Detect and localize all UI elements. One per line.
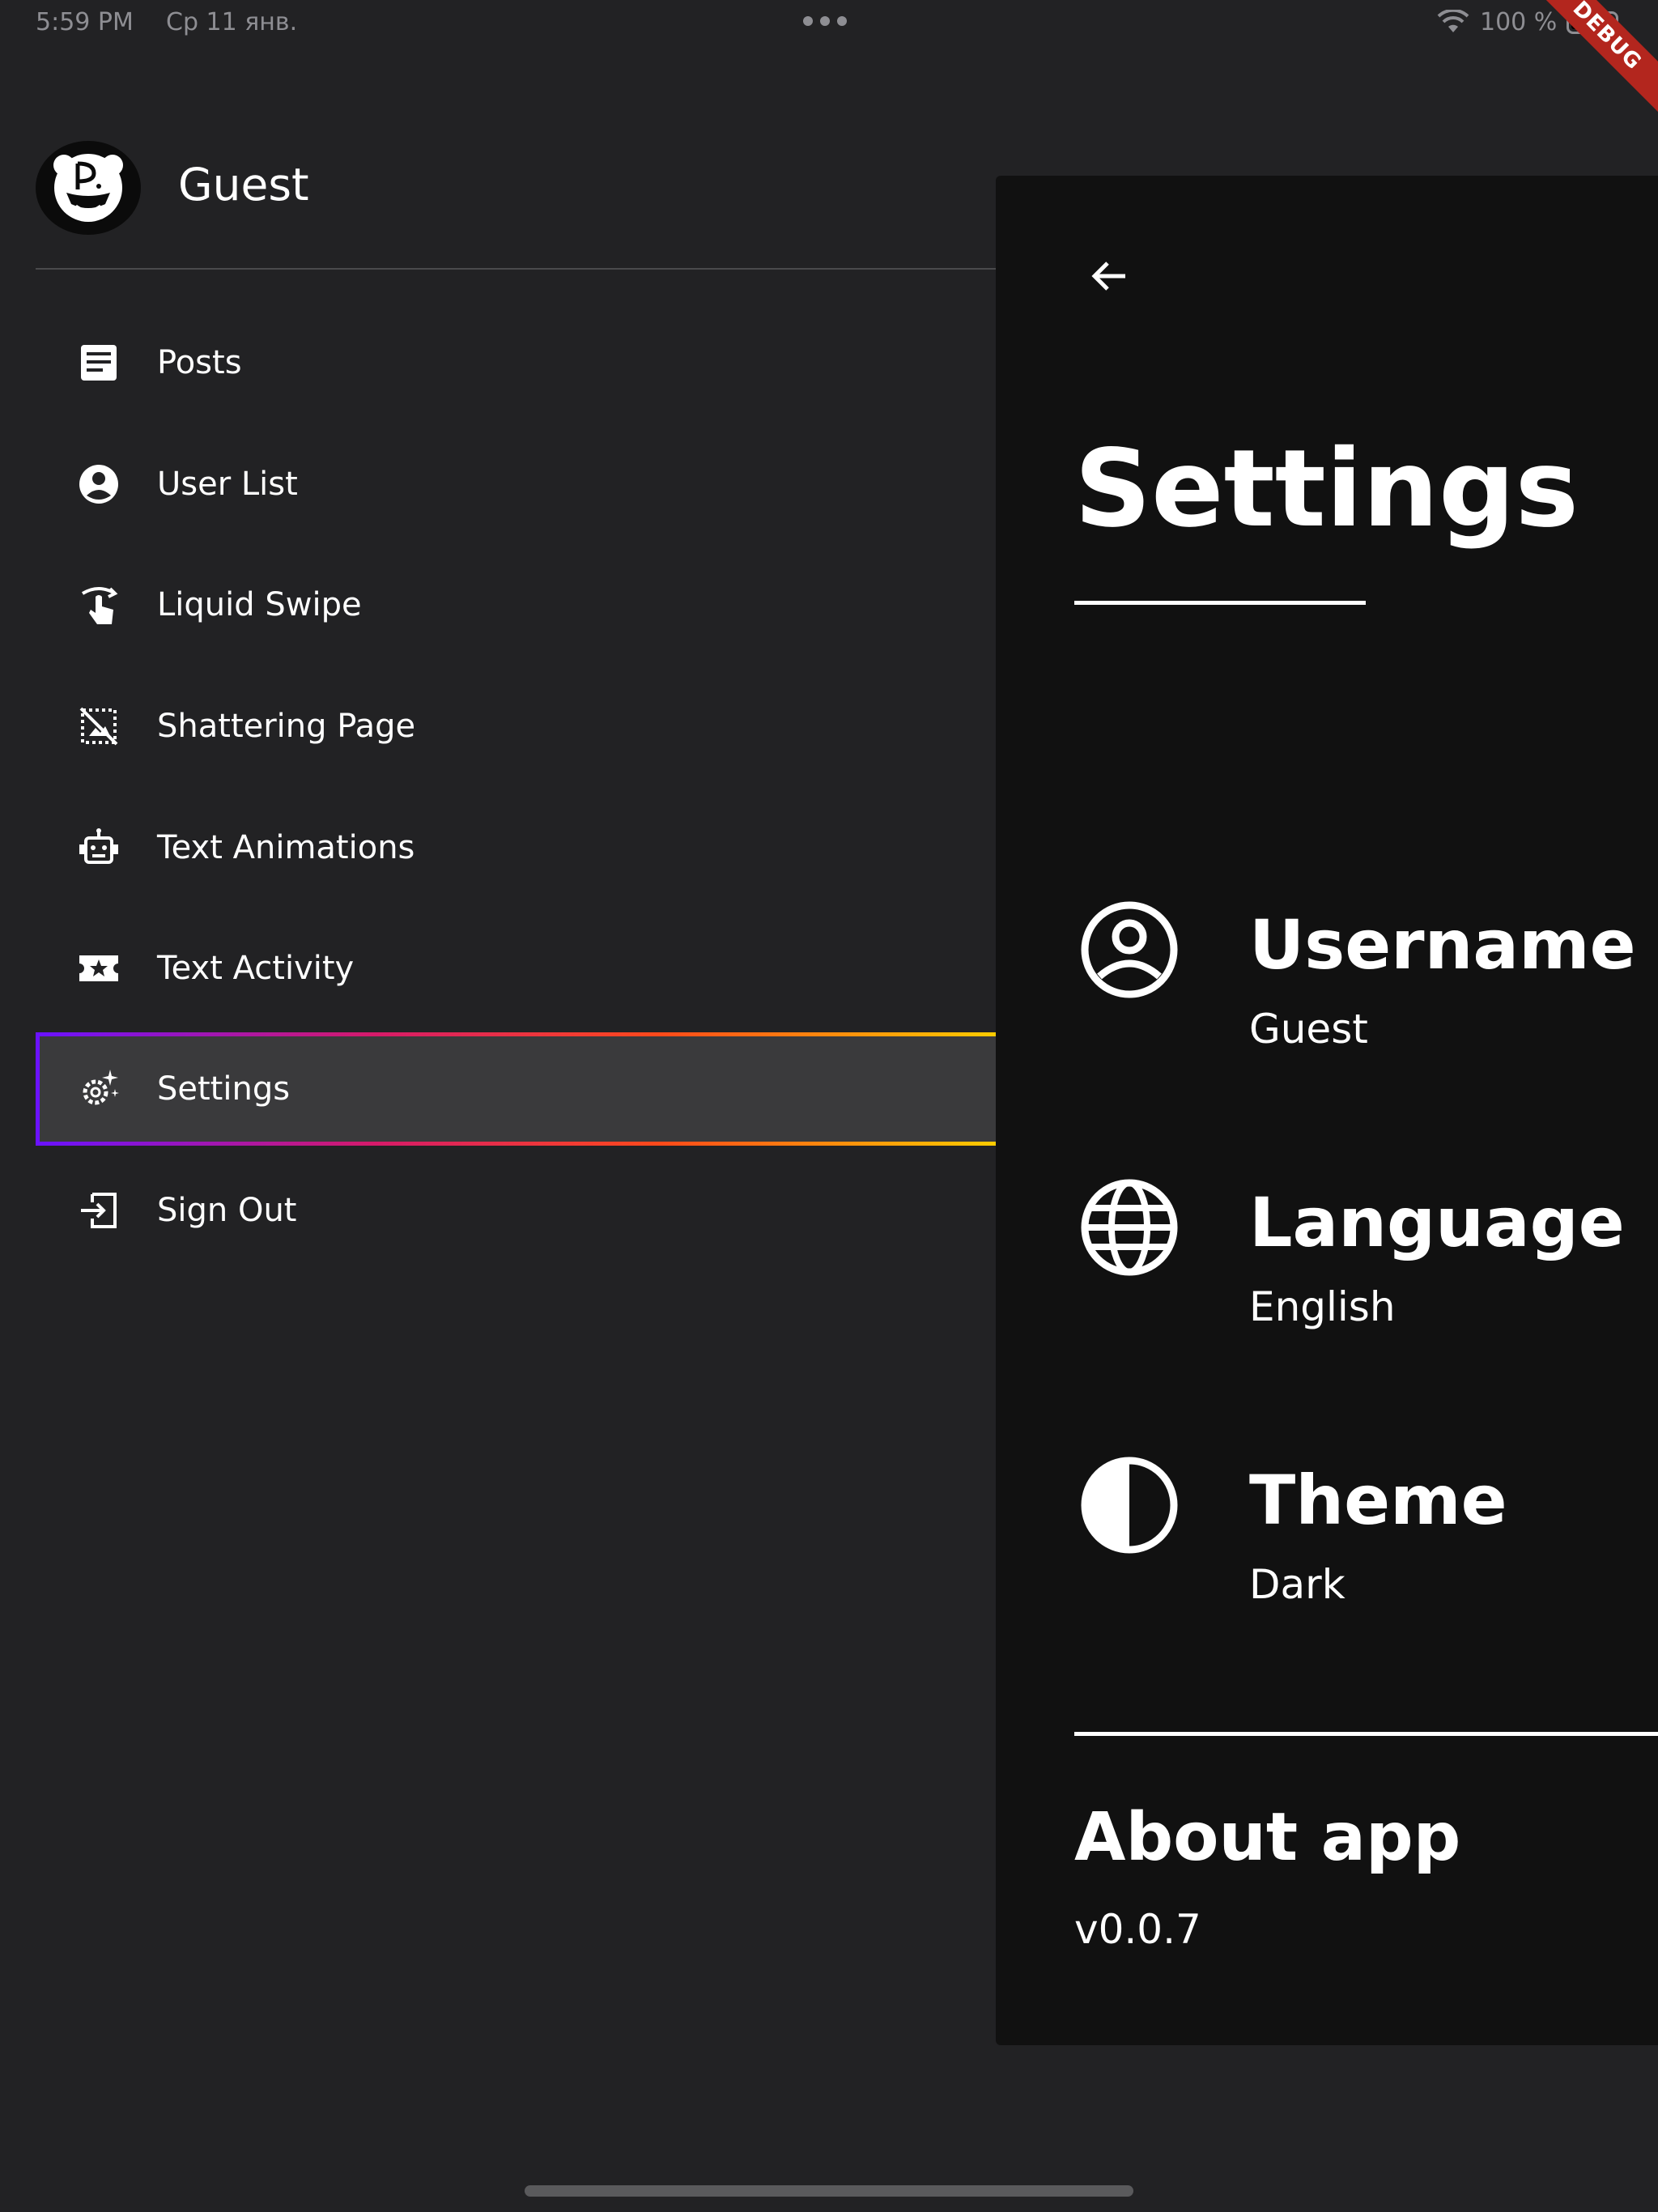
menu-item-text-animations[interactable]: Text Animations	[36, 791, 996, 904]
setting-title: Username	[1249, 905, 1636, 985]
multitasking-dots-icon[interactable]	[803, 16, 847, 26]
avatar[interactable]	[36, 141, 141, 235]
local-activity-icon	[79, 955, 118, 981]
setting-language[interactable]: Language English	[996, 1178, 1658, 1364]
home-indicator[interactable]	[525, 2185, 1133, 2197]
setting-title: Theme	[1249, 1461, 1507, 1540]
menu-item-label: Posts	[157, 344, 242, 381]
about-app-title: About app	[1074, 1799, 1461, 1876]
exit-icon	[81, 1193, 117, 1228]
settings-panel: Settings Username Guest Language English…	[996, 176, 1658, 2045]
setting-theme[interactable]: Theme Dark	[996, 1456, 1658, 1642]
setting-value: English	[1249, 1283, 1396, 1330]
menu-item-liquid-swipe[interactable]: Liquid Swipe	[36, 548, 996, 661]
wifi-icon	[1437, 10, 1469, 32]
menu-item-label: Text Animations	[157, 829, 415, 866]
settings-suggest-icon	[83, 1070, 119, 1105]
globe-icon	[1081, 1179, 1178, 1276]
menu-item-settings[interactable]: Settings	[36, 1032, 996, 1146]
account-circle-icon	[79, 465, 118, 504]
setting-value: Dark	[1249, 1561, 1346, 1608]
setting-title: Language	[1249, 1183, 1625, 1262]
menu-item-sign-out[interactable]: Sign Out	[36, 1154, 996, 1267]
menu-item-text-activity[interactable]: Text Activity	[36, 912, 996, 1025]
menu-item-label: Text Activity	[157, 950, 355, 987]
about-divider	[1074, 1732, 1658, 1736]
menu-item-label: Settings	[157, 1070, 291, 1108]
back-arrow-icon[interactable]	[1083, 250, 1135, 302]
swipe-icon	[81, 587, 118, 624]
menu-item-shattering-page[interactable]: Shattering Page	[36, 670, 996, 783]
status-time: 5:59 PM	[36, 8, 134, 36]
page-title: Settings	[1074, 427, 1579, 551]
drawer-user-name: Guest	[178, 159, 309, 211]
menu-item-label: User List	[157, 466, 298, 503]
robot-icon	[79, 828, 118, 864]
setting-value: Guest	[1249, 1006, 1368, 1053]
navigation-drawer: Guest Posts User List Liquid Swipe Shatt…	[0, 45, 996, 2167]
status-date: Ср 11 янв.	[166, 8, 298, 36]
account-circle-icon	[1081, 901, 1178, 998]
menu-item-label: Sign Out	[157, 1192, 297, 1229]
title-underline	[1074, 601, 1366, 605]
drawer-divider	[36, 268, 996, 270]
menu-item-label: Shattering Page	[157, 708, 416, 745]
contrast-icon	[1081, 1457, 1178, 1554]
article-icon	[81, 345, 117, 381]
menu-item-user-list[interactable]: User List	[36, 428, 996, 541]
status-bar: 5:59 PM Ср 11 янв. 100 % DEBUG	[0, 0, 1658, 120]
avatar-face-icon	[53, 154, 123, 222]
battery-percent: 100 %	[1480, 8, 1558, 36]
menu-item-label: Liquid Swipe	[157, 586, 362, 623]
setting-username[interactable]: Username Guest	[996, 900, 1658, 1087]
app-version: v0.0.7	[1074, 1906, 1201, 1953]
hide-image-icon	[79, 707, 118, 746]
menu-item-posts[interactable]: Posts	[36, 306, 996, 419]
